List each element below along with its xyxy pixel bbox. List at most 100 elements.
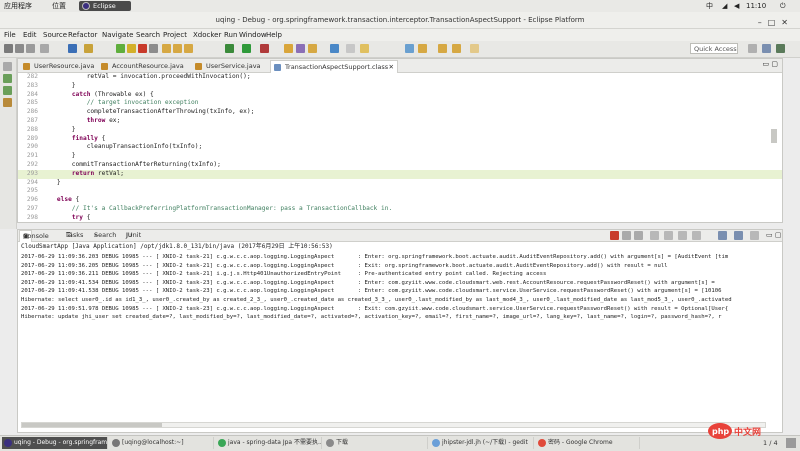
show-on-output-icon[interactable] xyxy=(692,231,701,240)
console-output[interactable]: 2017-06-29 11:09:36.203 DEBUG 10985 --- … xyxy=(21,253,779,322)
open-perspective-icon[interactable] xyxy=(748,44,757,53)
scroll-lock-icon[interactable] xyxy=(664,231,673,240)
menu-xdocker[interactable]: Xdocker xyxy=(193,30,221,40)
menu-window[interactable]: Window xyxy=(239,30,267,40)
debug-view-icon[interactable] xyxy=(3,74,12,83)
code-line[interactable]: 296 else { xyxy=(18,196,782,205)
display-console-icon[interactable] xyxy=(734,231,743,240)
java-perspective-icon[interactable] xyxy=(762,44,771,53)
debug-perspective-icon[interactable] xyxy=(776,44,785,53)
code-line[interactable]: 285 // target invocation exception xyxy=(18,99,782,108)
code-line[interactable]: 293 return retVal; xyxy=(18,169,782,179)
volume-icon[interactable]: ◀ xyxy=(734,1,739,11)
minimize-icon[interactable]: – xyxy=(758,18,768,27)
code-line[interactable]: 290 cleanupTransactionInfo(txInfo); xyxy=(18,143,782,152)
taskbar-item[interactable]: 下载 xyxy=(324,437,428,449)
nav-arrow-icon[interactable] xyxy=(452,44,461,53)
step-over-icon[interactable] xyxy=(173,44,182,53)
skip-breakpoints-icon[interactable] xyxy=(84,44,93,53)
disconnect-icon[interactable] xyxy=(149,44,158,53)
quick-access-input[interactable]: Quick Access xyxy=(690,43,738,54)
clock-time[interactable]: 11:10 xyxy=(746,1,766,11)
tab-console[interactable]: ▣ Console ✕ xyxy=(19,230,49,242)
suspend-icon[interactable] xyxy=(127,44,136,53)
code-line[interactable]: 295 xyxy=(18,187,782,196)
print-icon[interactable] xyxy=(40,44,49,53)
forward-icon[interactable] xyxy=(438,44,447,53)
clear-console-icon[interactable] xyxy=(650,231,659,240)
back-icon[interactable] xyxy=(418,44,427,53)
taskbar-item[interactable]: uqing - Debug - org.springframew... xyxy=(2,437,108,449)
code-line[interactable]: 284 catch (Throwable ex) { xyxy=(18,91,782,100)
explorer-view-icon[interactable] xyxy=(3,98,12,107)
applications-menu[interactable]: 应用程序 xyxy=(4,1,32,11)
tab-account-resource[interactable]: AccountResource.java xyxy=(98,60,204,72)
network-icon[interactable]: ◢ xyxy=(722,1,727,11)
annotation-prev-icon[interactable] xyxy=(346,44,355,53)
tab-user-resource[interactable]: UserResource.java xyxy=(20,60,110,72)
close-icon[interactable]: ✕ xyxy=(781,18,794,27)
editor-overview-ruler[interactable] xyxy=(768,73,782,223)
console-terminate-icon[interactable] xyxy=(610,231,619,240)
step-into-icon[interactable] xyxy=(162,44,171,53)
restore-view-icon[interactable] xyxy=(3,62,12,71)
menu-run[interactable]: Run xyxy=(224,30,237,40)
close-tab-icon[interactable]: ✕ xyxy=(389,61,394,73)
maximize-icon[interactable]: □ xyxy=(768,18,782,27)
external-tools-icon[interactable] xyxy=(260,44,269,53)
code-line[interactable]: 289 finally { xyxy=(18,135,782,144)
taskbar-item[interactable]: 密码 - Google Chrome xyxy=(536,437,640,449)
pin-console-icon[interactable] xyxy=(718,231,727,240)
code-line[interactable]: 282 retVal = invocation.proceedWithInvoc… xyxy=(18,73,782,82)
resume-icon[interactable] xyxy=(116,44,125,53)
code-editor[interactable]: UserResource.java AccountResource.java U… xyxy=(17,58,783,223)
step-return-icon[interactable] xyxy=(184,44,193,53)
menu-refactor[interactable]: Refactor xyxy=(68,30,97,40)
menu-project[interactable]: Project xyxy=(163,30,187,40)
code-line[interactable]: 291 } xyxy=(18,152,782,161)
code-line[interactable]: 287 throw ex; xyxy=(18,117,782,126)
menu-file[interactable]: File xyxy=(4,30,16,40)
workspace-switch-icon[interactable] xyxy=(786,438,796,448)
remove-launch-icon[interactable] xyxy=(622,231,631,240)
taskbar-item[interactable]: [uqing@localhost:~] xyxy=(110,437,214,449)
console-horizontal-scrollbar[interactable] xyxy=(21,422,766,428)
open-type-icon[interactable] xyxy=(284,44,293,53)
tab-user-service[interactable]: UserService.java xyxy=(192,60,282,72)
run-icon[interactable] xyxy=(242,44,251,53)
power-icon[interactable]: ⏻ xyxy=(780,1,786,11)
debug-toggle-icon[interactable] xyxy=(68,44,77,53)
servers-view-icon[interactable] xyxy=(3,86,12,95)
last-edit-icon[interactable] xyxy=(405,44,414,53)
console-minimize-maximize[interactable]: ▭ ▢ xyxy=(766,230,781,241)
menu-source[interactable]: Source xyxy=(43,30,67,40)
menu-help[interactable]: Help xyxy=(266,30,282,40)
search-icon[interactable] xyxy=(308,44,317,53)
console-scroll-thumb[interactable] xyxy=(22,423,162,427)
code-line[interactable]: 294 } xyxy=(18,179,782,188)
input-method-indicator[interactable]: 中 xyxy=(706,1,713,11)
save-icon[interactable] xyxy=(15,44,24,53)
nav-history-icon[interactable] xyxy=(470,44,479,53)
save-all-icon[interactable] xyxy=(26,44,35,53)
eclipse-launcher[interactable]: Eclipse xyxy=(79,1,131,11)
code-line[interactable]: 298 try { xyxy=(18,214,782,223)
word-wrap-icon[interactable] xyxy=(678,231,687,240)
code-line[interactable]: 288 } xyxy=(18,126,782,135)
code-line[interactable]: 283 } xyxy=(18,82,782,91)
toggle-mark-icon[interactable] xyxy=(330,44,339,53)
code-line[interactable]: 297 // It's a CallbackPreferringPlatform… xyxy=(18,205,782,214)
terminate-icon[interactable] xyxy=(138,44,147,53)
new-icon[interactable] xyxy=(4,44,13,53)
code-line[interactable]: 292 commitTransactionAfterReturning(txIn… xyxy=(18,161,782,170)
debug-run-icon[interactable] xyxy=(225,44,234,53)
tab-transaction-aspect-support[interactable]: TransactionAspectSupport.class ✕ xyxy=(270,60,398,73)
editor-minimize-maximize[interactable]: ▭ ▢ xyxy=(763,60,778,68)
remove-all-icon[interactable] xyxy=(634,231,643,240)
menu-navigate[interactable]: Navigate xyxy=(102,30,133,40)
places-menu[interactable]: 位置 xyxy=(52,1,66,11)
taskbar-item[interactable]: java - spring-data Jpa 不需要执... xyxy=(216,437,322,449)
menu-edit[interactable]: Edit xyxy=(23,30,37,40)
code-line[interactable]: 286 completeTransactionAfterThrowing(txI… xyxy=(18,108,782,117)
taskbar-item[interactable]: jhipster-jdl.jh (~/下载) - gedit xyxy=(430,437,534,449)
